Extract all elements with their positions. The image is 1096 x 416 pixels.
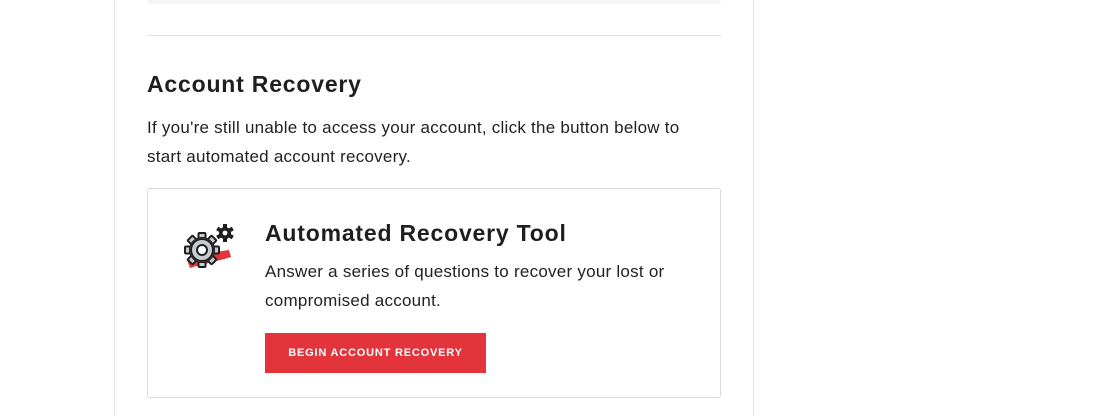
automated-recovery-card: Automated Recovery Tool Answer a series … xyxy=(147,188,721,398)
previous-panel xyxy=(147,0,721,3)
automated-recovery-tool-title: Automated Recovery Tool xyxy=(265,220,567,246)
account-recovery-description: If you're still unable to access your ac… xyxy=(147,118,680,166)
gear-settings-icon xyxy=(183,224,237,278)
automated-recovery-tool-description: Answer a series of questions to recover … xyxy=(265,262,665,310)
account-recovery-title: Account Recovery xyxy=(147,71,362,97)
content-column: Account Recovery If you're still unable … xyxy=(114,0,754,416)
page: Account Recovery If you're still unable … xyxy=(0,0,1096,416)
begin-account-recovery-button[interactable]: BEGIN ACCOUNT RECOVERY xyxy=(265,333,486,373)
section-divider xyxy=(147,35,721,36)
